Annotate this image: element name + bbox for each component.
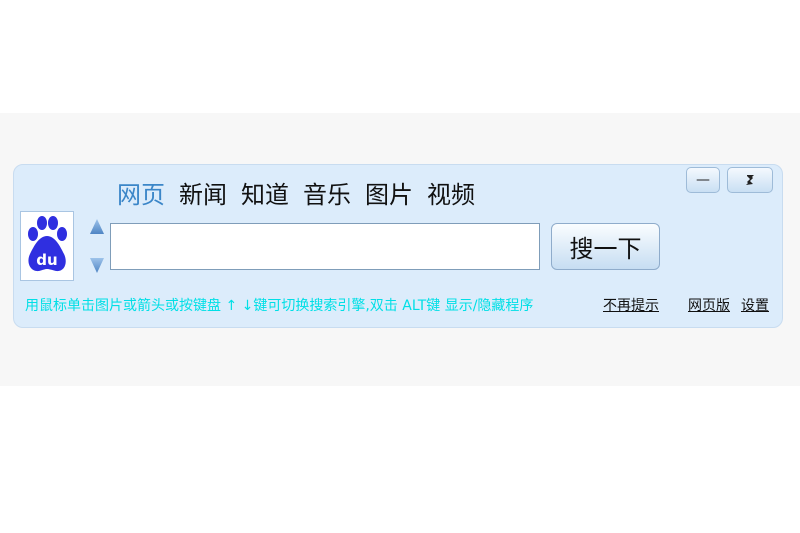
minimize-button[interactable]: —: [686, 167, 720, 193]
restore-button[interactable]: [727, 167, 773, 193]
triangle-down-icon[interactable]: [88, 255, 106, 275]
baidu-logo[interactable]: du: [20, 211, 74, 281]
dont-show-again-link[interactable]: 不再提示: [603, 295, 659, 315]
tab-news[interactable]: 新闻: [179, 179, 227, 211]
search-toolbar-widget: 网页 新闻 知道 音乐 图片 视频 — du 搜一下 用鼠标单击图片或箭头或按键…: [13, 164, 783, 328]
keyboard-hint-text: 用鼠标单击图片或箭头或按键盘 ↑ ↓键可切换搜索引擎,双击 ALT键 显示/隐藏…: [25, 298, 534, 314]
tab-music[interactable]: 音乐: [303, 179, 351, 211]
search-input[interactable]: [110, 223, 540, 270]
triangle-up-icon[interactable]: [88, 217, 106, 237]
engine-switch-arrows: [88, 217, 106, 277]
search-category-tabs: 网页 新闻 知道 音乐 图片 视频: [117, 179, 489, 211]
tab-video[interactable]: 视频: [427, 179, 475, 211]
search-button[interactable]: 搜一下: [551, 223, 660, 270]
restore-icon: [746, 175, 754, 185]
tab-web[interactable]: 网页: [117, 179, 165, 211]
baidu-paw-icon: du: [28, 216, 67, 272]
minimize-icon: —: [696, 172, 710, 188]
tab-zhidao[interactable]: 知道: [241, 179, 289, 211]
tab-images[interactable]: 图片: [365, 179, 413, 211]
web-version-link[interactable]: 网页版: [688, 295, 730, 315]
logo-text: du: [36, 251, 57, 269]
page: 网页 新闻 知道 音乐 图片 视频 — du 搜一下 用鼠标单击图片或箭头或按键…: [0, 0, 800, 533]
settings-link[interactable]: 设置: [741, 295, 769, 315]
